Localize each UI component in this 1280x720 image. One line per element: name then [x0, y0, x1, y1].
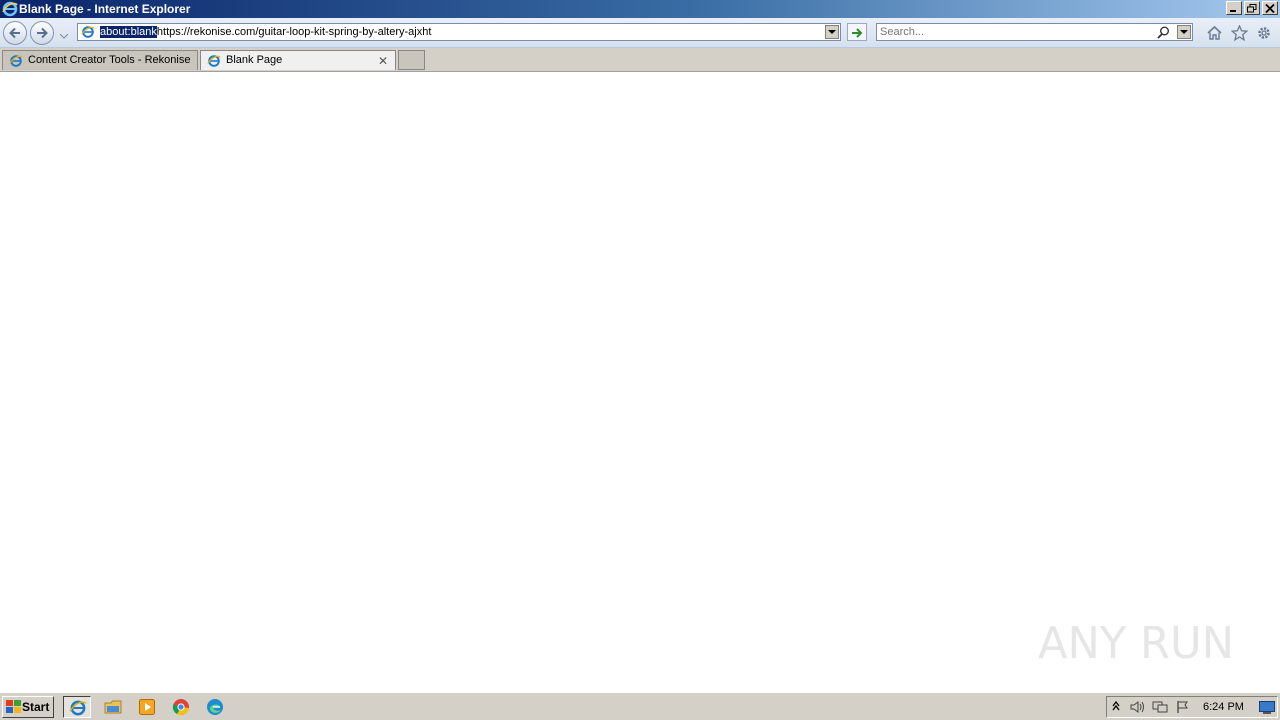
search-input[interactable] [880, 25, 1150, 39]
minimize-icon [1230, 10, 1236, 12]
media-player-icon [139, 699, 155, 715]
tab-label: Content Creator Tools - Rekonise [28, 54, 191, 66]
restore-button[interactable] [1244, 1, 1260, 15]
search-icon[interactable] [1157, 26, 1170, 42]
forward-button[interactable] [30, 21, 54, 45]
favorites-star-icon[interactable] [1230, 24, 1249, 44]
dropdown-arrow-icon [828, 30, 836, 34]
url-text: https://rekonise.com/guitar-loop-kit-spr… [156, 26, 432, 38]
internet-explorer-icon [69, 700, 87, 716]
search-box[interactable] [876, 23, 1193, 41]
taskbar-internet-explorer[interactable] [63, 696, 91, 718]
minimize-button[interactable] [1226, 1, 1242, 15]
tab-ie-icon [9, 54, 23, 71]
window-title: Blank Page - Internet Explorer [19, 2, 191, 16]
back-button[interactable] [3, 21, 27, 45]
chevron-down-icon [59, 33, 69, 39]
tab-content-creator-tools[interactable]: Content Creator Tools - Rekonise [2, 50, 198, 70]
go-arrow-icon [852, 28, 863, 38]
search-dropdown-button[interactable] [1177, 25, 1191, 39]
tab-blank-page[interactable]: Blank Page ✕ [200, 50, 396, 70]
start-button[interactable]: Start [2, 696, 54, 718]
new-tab-button[interactable] [398, 50, 425, 70]
taskbar-file-explorer[interactable] [99, 696, 127, 718]
restore-icon [1247, 4, 1257, 13]
title-bar: Blank Page - Internet Explorer [0, 0, 1280, 18]
dropdown-arrow-icon [1180, 30, 1188, 34]
start-label: Start [22, 700, 50, 714]
windows-logo-icon [6, 700, 21, 713]
address-bar[interactable]: about:blankhttps://rekonise.com/guitar-l… [77, 23, 841, 41]
system-clock[interactable]: 6:24 PM [1203, 701, 1244, 713]
close-tab-icon[interactable]: ✕ [378, 54, 388, 68]
close-icon [1265, 4, 1275, 13]
anyrun-logo-icon: ANY RUN [1038, 618, 1234, 669]
page-content[interactable] [0, 72, 1280, 692]
window-controls [1226, 1, 1278, 15]
home-icon[interactable] [1206, 25, 1223, 44]
page-ie-icon [81, 25, 95, 42]
anyrun-watermark: ANY RUN [1038, 608, 1234, 672]
tab-ie-icon [207, 54, 221, 71]
network-icon[interactable] [1152, 700, 1168, 717]
chrome-icon [172, 699, 189, 716]
back-arrow-icon [9, 27, 20, 39]
system-tray: 6:24 PM [1106, 696, 1278, 718]
tab-label: Blank Page [226, 54, 283, 66]
selected-url-text: about:blank [100, 26, 157, 38]
tab-bar: Content Creator Tools - Rekonise Blank P… [0, 48, 1280, 72]
forward-arrow-icon [37, 27, 48, 39]
recent-pages-dropdown[interactable] [59, 29, 69, 42]
action-center-flag-icon[interactable] [1175, 700, 1191, 717]
address-url[interactable]: about:blankhttps://rekonise.com/guitar-l… [100, 26, 431, 38]
close-button[interactable] [1262, 1, 1278, 15]
show-hidden-icons-icon[interactable] [1112, 700, 1120, 715]
navigation-bar: about:blankhttps://rekonise.com/guitar-l… [0, 18, 1280, 48]
taskbar: Start 6:24 PM [0, 692, 1280, 720]
taskbar-chrome[interactable] [167, 696, 195, 718]
go-button[interactable] [847, 23, 867, 41]
folder-icon [104, 700, 122, 714]
address-dropdown-button[interactable] [825, 25, 839, 39]
watermark-text: ANY RUN [1038, 618, 1234, 669]
taskbar-media-player[interactable] [133, 696, 161, 718]
show-desktop-icon[interactable] [1259, 701, 1275, 717]
volume-icon[interactable] [1129, 700, 1145, 717]
gear-icon[interactable] [1256, 25, 1272, 44]
edge-icon [207, 699, 223, 715]
taskbar-edge[interactable] [201, 696, 229, 718]
